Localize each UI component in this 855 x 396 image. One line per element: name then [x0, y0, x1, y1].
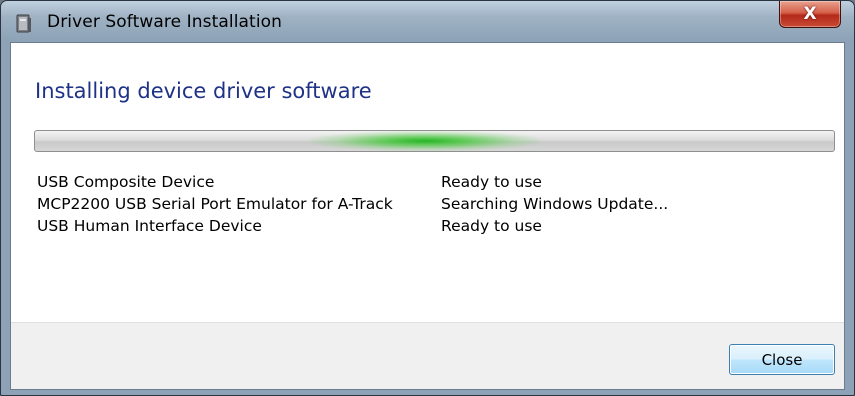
device-name: USB Human Interface Device	[37, 217, 262, 235]
device-name: USB Composite Device	[37, 173, 215, 191]
close-window-button[interactable]: X	[779, 1, 841, 28]
title-bar[interactable]: Driver Software Installation X	[1, 1, 854, 42]
list-item: MCP2200 USB Serial Port Emulator for A-T…	[37, 195, 817, 217]
close-icon: X	[803, 4, 817, 24]
driver-installer-icon	[14, 14, 34, 34]
list-item: USB Composite Device Ready to use	[37, 173, 817, 195]
close-button[interactable]: Close	[729, 344, 835, 375]
list-item: USB Human Interface Device Ready to use	[37, 217, 817, 239]
device-status: Ready to use	[441, 217, 542, 235]
progress-bar	[34, 130, 835, 152]
device-status: Ready to use	[441, 173, 542, 191]
progress-indicator	[310, 131, 540, 151]
dialog-window: Driver Software Installation X Installin…	[0, 0, 855, 396]
device-list: USB Composite Device Ready to use MCP220…	[37, 173, 817, 239]
device-status: Searching Windows Update...	[441, 195, 669, 213]
window-title: Driver Software Installation	[47, 12, 283, 32]
dialog-content: Installing device driver software USB Co…	[10, 42, 845, 390]
device-name: MCP2200 USB Serial Port Emulator for A-T…	[37, 195, 393, 213]
page-title: Installing device driver software	[35, 79, 372, 103]
button-bar: Close	[11, 322, 844, 389]
